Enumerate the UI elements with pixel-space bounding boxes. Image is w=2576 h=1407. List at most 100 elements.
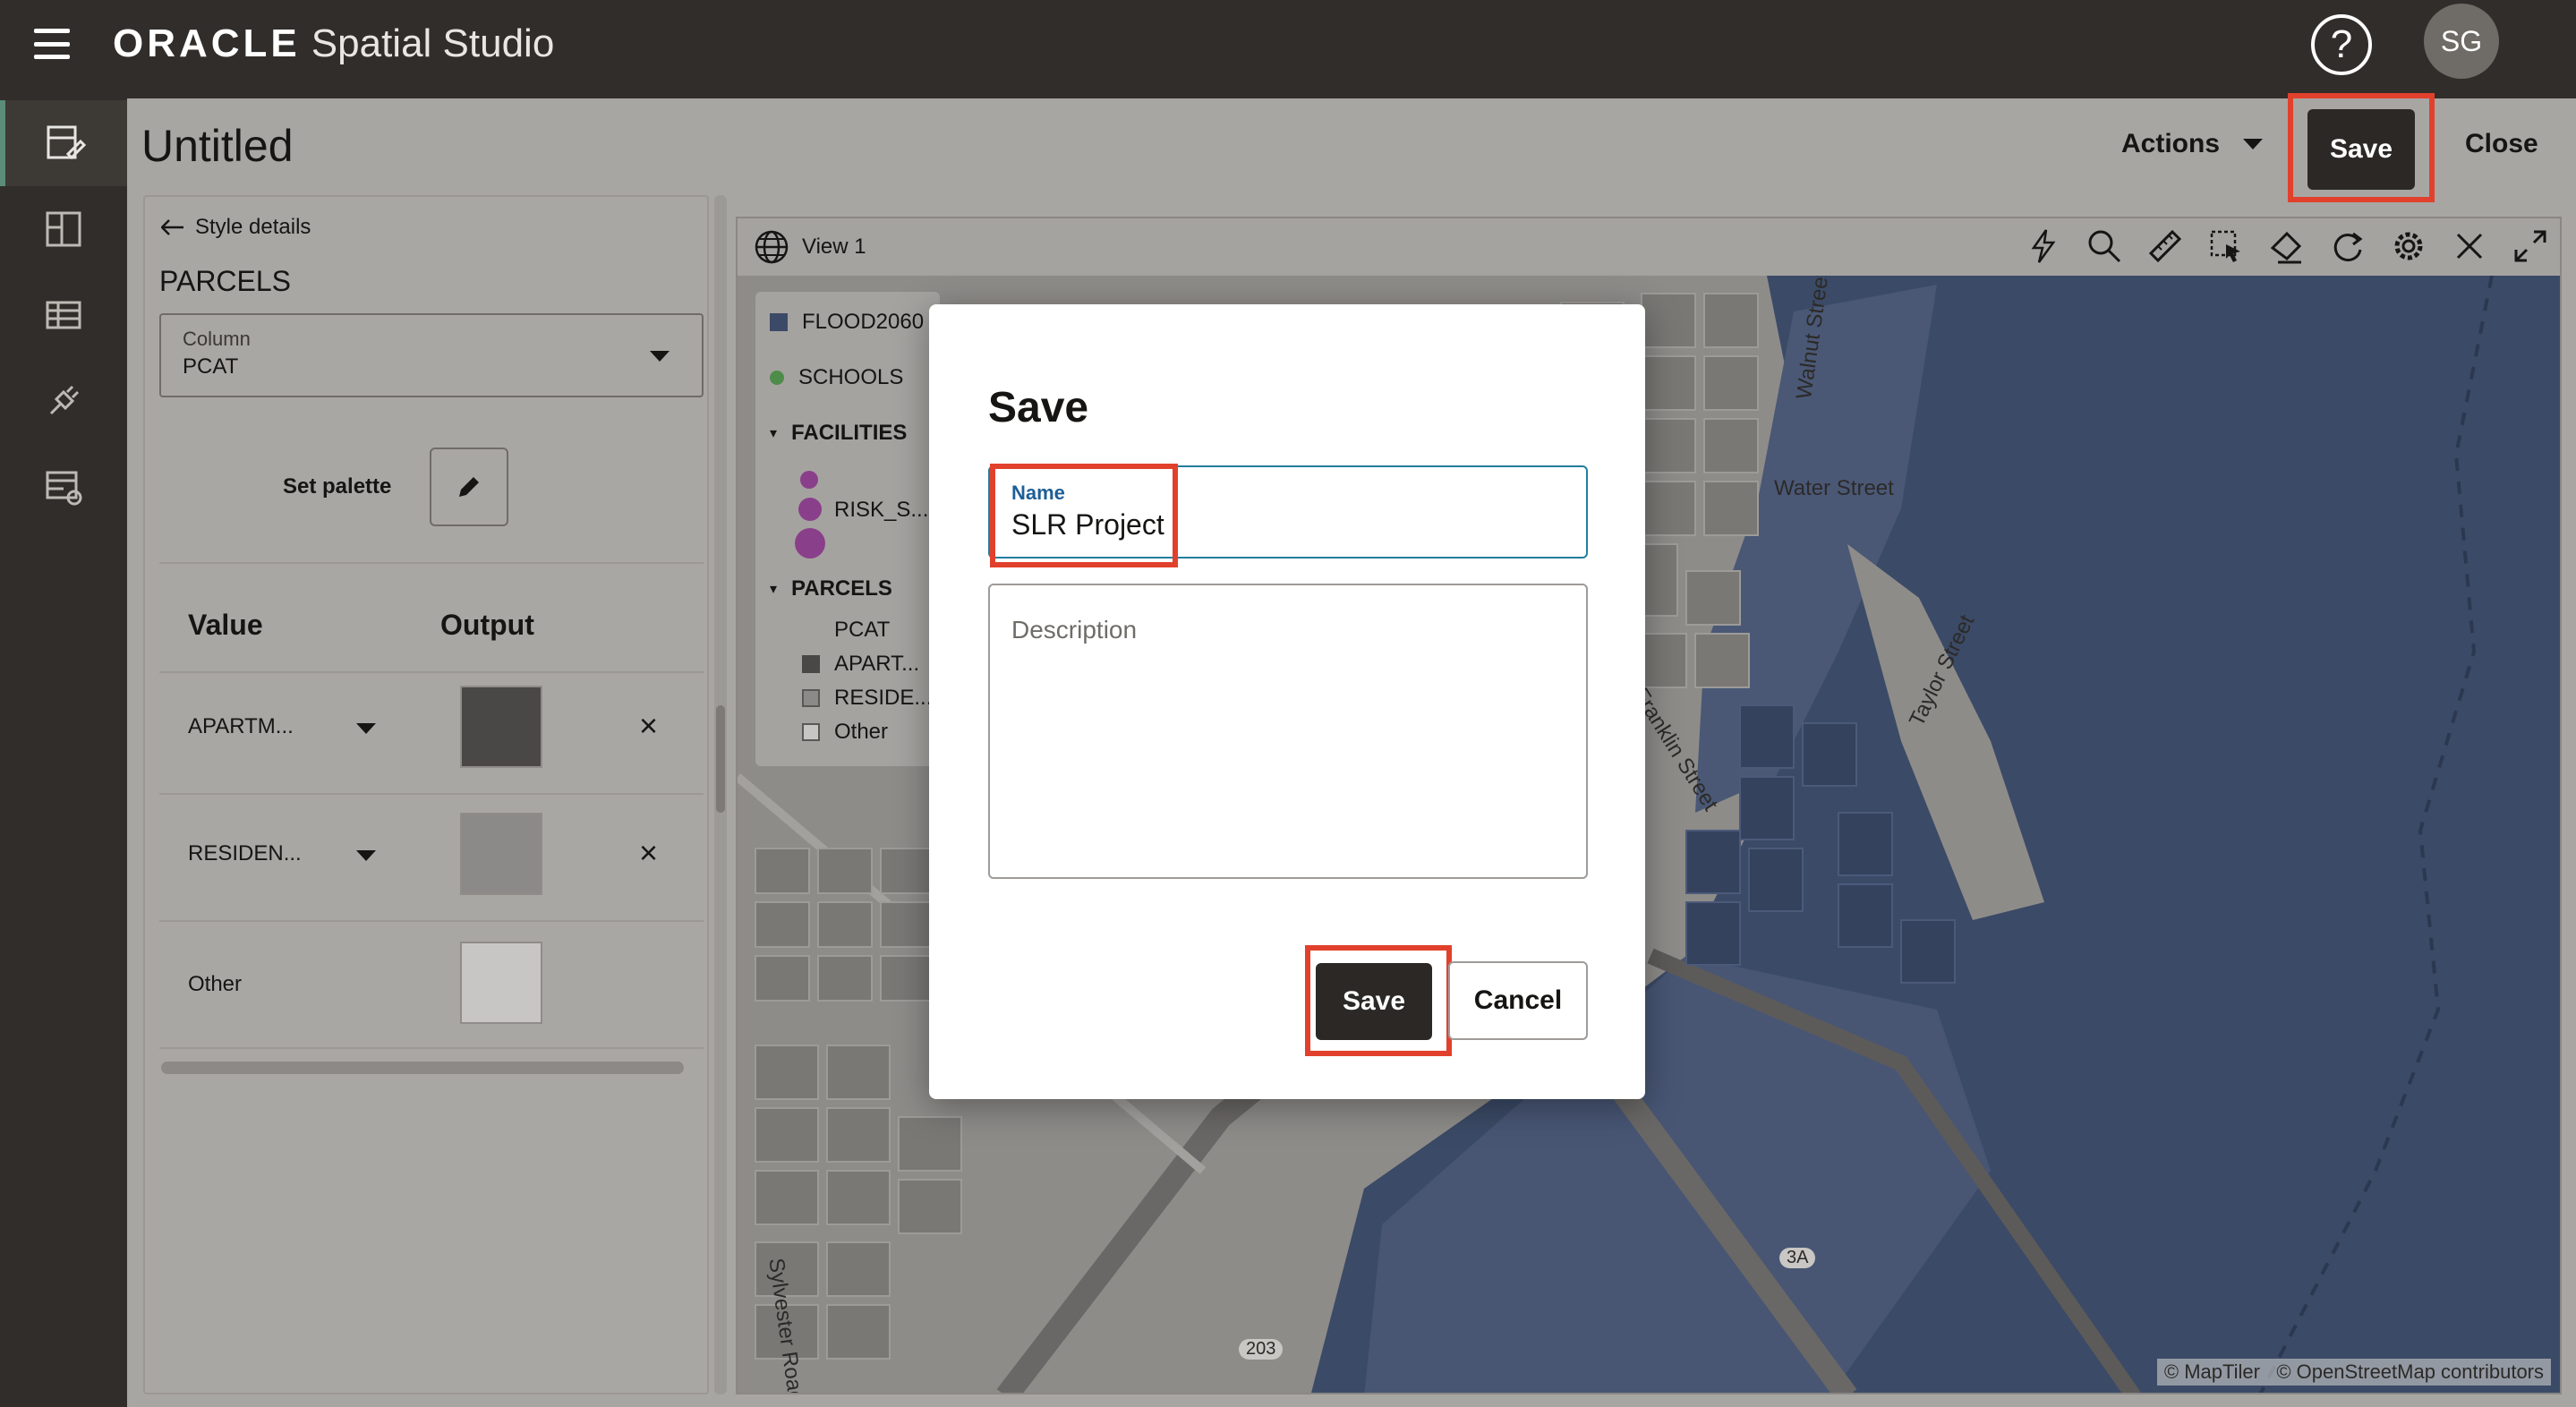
legend-label: RISK_S...	[834, 498, 929, 522]
dialog-title: Save	[988, 384, 1089, 431]
refresh-icon[interactable]	[2327, 226, 2368, 267]
chevron-down-icon	[2243, 139, 2264, 149]
divider	[159, 1047, 704, 1049]
attribution-maptiler[interactable]: © MapTiler	[2164, 1360, 2260, 1383]
hamburger-menu-icon[interactable]	[34, 29, 70, 59]
style-details-panel: Style details PARCELS Column PCAT Set pa…	[143, 195, 709, 1394]
column-select[interactable]: Column PCAT	[159, 313, 704, 397]
legend-dot-medium	[798, 498, 822, 521]
legend-layer-flood[interactable]: FLOOD2060	[770, 310, 924, 335]
back-link-label: Style details	[195, 215, 311, 239]
chevron-down-icon	[650, 351, 670, 362]
actions-label: Actions	[2121, 129, 2221, 158]
project-title[interactable]: Untitled	[141, 120, 294, 172]
legend-layer-parcels[interactable]: ▾ PARCELS	[770, 576, 892, 601]
legend-label: RESIDE...	[834, 686, 933, 710]
legend-value-reside: RESIDE...	[802, 686, 932, 711]
legend-layer-schools[interactable]: SCHOOLS	[770, 365, 903, 390]
value-column-header: Value	[188, 609, 263, 641]
save-dialog: Save Name SLR Project Description Save C…	[929, 304, 1645, 1099]
legend-swatch	[802, 655, 820, 673]
map-view-toolbar: View 1	[738, 218, 2560, 276]
legend-column-pcat: PCAT	[834, 618, 890, 643]
scrollbar-thumb[interactable]	[716, 705, 725, 813]
gear-icon[interactable]	[2388, 226, 2429, 267]
remove-row-icon[interactable]: ×	[639, 707, 658, 745]
legend-label: Other	[834, 720, 889, 744]
expand-icon[interactable]	[2510, 226, 2551, 267]
lightning-icon[interactable]	[2023, 226, 2064, 267]
view-title: View 1	[754, 229, 866, 265]
output-color-swatch[interactable]	[460, 942, 542, 1024]
search-icon[interactable]	[2084, 226, 2125, 267]
legend-layer-risk: RISK_S...	[834, 498, 928, 523]
divider	[159, 793, 704, 795]
datasets-icon[interactable]	[0, 272, 127, 358]
output-color-swatch[interactable]	[460, 686, 542, 768]
legend-label: FACILITIES	[791, 421, 908, 445]
description-textarea[interactable]: Description	[988, 584, 1588, 879]
map-attribution: © MapTiler © OpenStreetMap contributors	[2156, 1359, 2551, 1386]
divider	[159, 562, 704, 564]
arrow-left-icon	[161, 219, 183, 235]
legend-value-apart: APART...	[802, 652, 919, 677]
header-save-button[interactable]: Save	[2307, 109, 2415, 190]
legend-label: PARCELS	[791, 576, 892, 601]
value-dropdown-chevron-icon[interactable]	[356, 723, 376, 734]
column-select-value: PCAT	[183, 354, 239, 379]
set-palette-label: Set palette	[283, 474, 392, 499]
legend-label: FLOOD2060	[802, 310, 925, 334]
legend-dot	[770, 371, 784, 385]
route-shield-203: 203	[1239, 1339, 1284, 1360]
legend-dot-small	[800, 471, 818, 489]
street-label-water-street: Water Street	[1774, 476, 1894, 500]
divider	[159, 920, 704, 922]
app-brand: ORACLE Spatial Studio	[113, 21, 554, 66]
value-dropdown-chevron-icon[interactable]	[356, 850, 376, 861]
close-icon[interactable]	[2449, 226, 2490, 267]
column-select-label: Column	[183, 328, 251, 350]
legend-dot-large	[795, 528, 825, 559]
help-icon[interactable]: ?	[2311, 14, 2372, 75]
remove-row-icon[interactable]: ×	[639, 834, 658, 872]
ruler-icon[interactable]	[2145, 226, 2186, 267]
brand-oracle: ORACLE	[113, 21, 301, 65]
horizontal-scrollbar[interactable]	[161, 1062, 684, 1074]
user-avatar[interactable]: SG	[2424, 4, 2499, 79]
globe-icon	[755, 230, 789, 264]
back-to-style-details[interactable]: Style details	[161, 215, 311, 240]
view-title-label: View 1	[802, 234, 866, 259]
legend-layer-facilities[interactable]: ▾ FACILITIES	[770, 421, 907, 446]
connections-plug-icon[interactable]	[0, 358, 127, 444]
divider	[159, 671, 704, 673]
legend-label: APART...	[834, 652, 920, 676]
jobs-settings-icon[interactable]	[0, 444, 127, 530]
panel-vertical-scrollbar[interactable]	[714, 195, 727, 1394]
attribution-osm[interactable]: © OpenStreetMap contributors	[2276, 1360, 2544, 1383]
legend-value-other: Other	[802, 720, 888, 745]
select-area-icon[interactable]	[2205, 226, 2247, 267]
value-row-label: Other	[188, 972, 243, 996]
pencil-icon	[459, 477, 479, 497]
name-field-highlight	[990, 464, 1178, 567]
close-button[interactable]: Close	[2465, 129, 2538, 159]
set-palette-button[interactable]	[430, 448, 508, 526]
output-color-swatch[interactable]	[460, 813, 542, 895]
collapse-triangle-icon: ▾	[770, 582, 778, 597]
map-tools	[2023, 226, 2551, 267]
legend-swatch	[802, 689, 820, 707]
value-row-label: RESIDEN...	[188, 841, 302, 866]
dialog-save-button[interactable]: Save	[1316, 963, 1432, 1040]
dashboard-icon[interactable]	[0, 186, 127, 272]
legend-label: PCAT	[834, 618, 891, 642]
project-editor-icon[interactable]	[0, 100, 127, 186]
legend-label: SCHOOLS	[798, 365, 904, 389]
legend-swatch	[770, 313, 788, 331]
eraser-icon[interactable]	[2266, 226, 2307, 267]
dialog-cancel-button[interactable]: Cancel	[1448, 961, 1588, 1040]
actions-menu-button[interactable]: Actions	[2121, 129, 2264, 159]
layer-name-heading: PARCELS	[159, 265, 292, 297]
collapse-triangle-icon: ▾	[770, 426, 778, 441]
legend-swatch	[802, 723, 820, 741]
top-bar: ORACLE Spatial Studio ? SG	[0, 0, 2576, 98]
